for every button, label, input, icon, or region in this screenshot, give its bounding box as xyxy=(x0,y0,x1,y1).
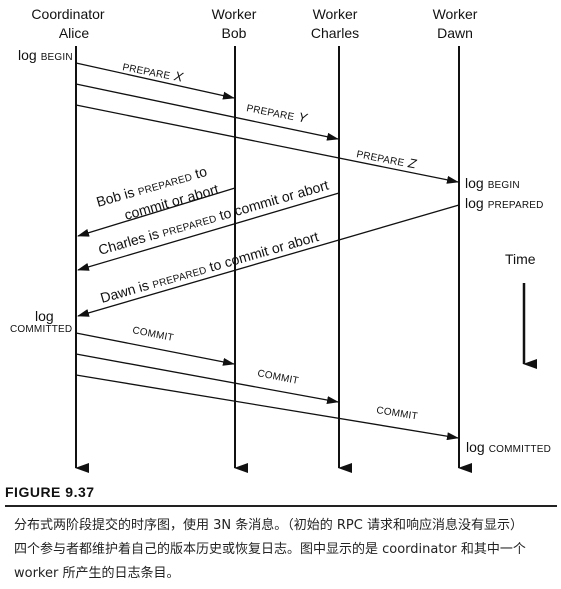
dawn-role-label: Worker xyxy=(433,6,478,22)
dawn-log-prepared: log PREPARED xyxy=(465,195,544,211)
svg-text:COMMIT: COMMIT xyxy=(376,405,419,422)
commit-bob-label: COMMIT xyxy=(131,325,174,344)
figure-divider xyxy=(5,505,557,507)
two-phase-commit-timing-diagram: Coordinator Alice Worker Bob Worker Char… xyxy=(10,6,551,473)
svg-text:COMMIT: COMMIT xyxy=(131,325,174,344)
alice-log-begin: log BEGIN xyxy=(18,47,73,63)
svg-text:logPREPARED: log PREPARED xyxy=(465,195,544,211)
bob-role-label: Worker xyxy=(212,6,257,22)
participant-dawn-header: Worker Dawn xyxy=(433,6,478,41)
charles-role-label: Worker xyxy=(313,6,358,22)
svg-text:COMMIT: COMMIT xyxy=(256,368,299,387)
dawn-log-committed: log COMMITTED xyxy=(466,439,551,455)
svg-text:PREPAREX: PREPARE X xyxy=(121,58,185,85)
participant-bob-header: Worker Bob xyxy=(212,6,257,41)
svg-text:COMMITTED: COMMITTED xyxy=(10,324,72,335)
commit-dawn-arrow xyxy=(75,374,459,441)
charles-name-label: Charles xyxy=(311,25,359,41)
svg-text:logCOMMITTED: log COMMITTED xyxy=(466,439,551,455)
svg-text:logBEGIN: log BEGIN xyxy=(18,47,73,63)
dawn-name-label: Dawn xyxy=(437,25,473,41)
time-label: Time xyxy=(505,251,536,267)
caption-line: worker 所产生的日志条目。 xyxy=(14,566,180,581)
figure-caption: 分布式两阶段提交的时序图，使用 3N 条消息。（初始的 RPC 请求和响应消息没… xyxy=(14,514,554,586)
caption-line: 分布式两阶段提交的时序图，使用 3N 条消息。（初始的 RPC 请求和响应消息没… xyxy=(14,518,523,533)
commit-charles-label: COMMIT xyxy=(256,368,299,387)
participant-coordinator-header: Coordinator Alice xyxy=(31,6,104,41)
commit-dawn-label: COMMIT xyxy=(376,405,419,422)
caption-line: 四个参与者都维护着自己的版本历史或恢复日志。图中显示的是 coordinator… xyxy=(14,542,526,557)
coordinator-name-label: Alice xyxy=(59,25,90,41)
prepare-x-label: PREPARE X xyxy=(121,58,185,85)
figure-title: FIGURE 9.37 xyxy=(5,484,95,500)
alice-log-committed: log COMMITTED xyxy=(10,308,72,335)
svg-text:log: log xyxy=(35,308,54,324)
coordinator-role-label: Coordinator xyxy=(31,6,104,22)
svg-text:logBEGIN: log BEGIN xyxy=(465,175,520,191)
bob-name-label: Bob xyxy=(222,25,247,41)
participant-charles-header: Worker Charles xyxy=(311,6,359,41)
dawn-prepared-arrow xyxy=(77,204,460,317)
dawn-log-begin: log BEGIN xyxy=(465,175,520,191)
